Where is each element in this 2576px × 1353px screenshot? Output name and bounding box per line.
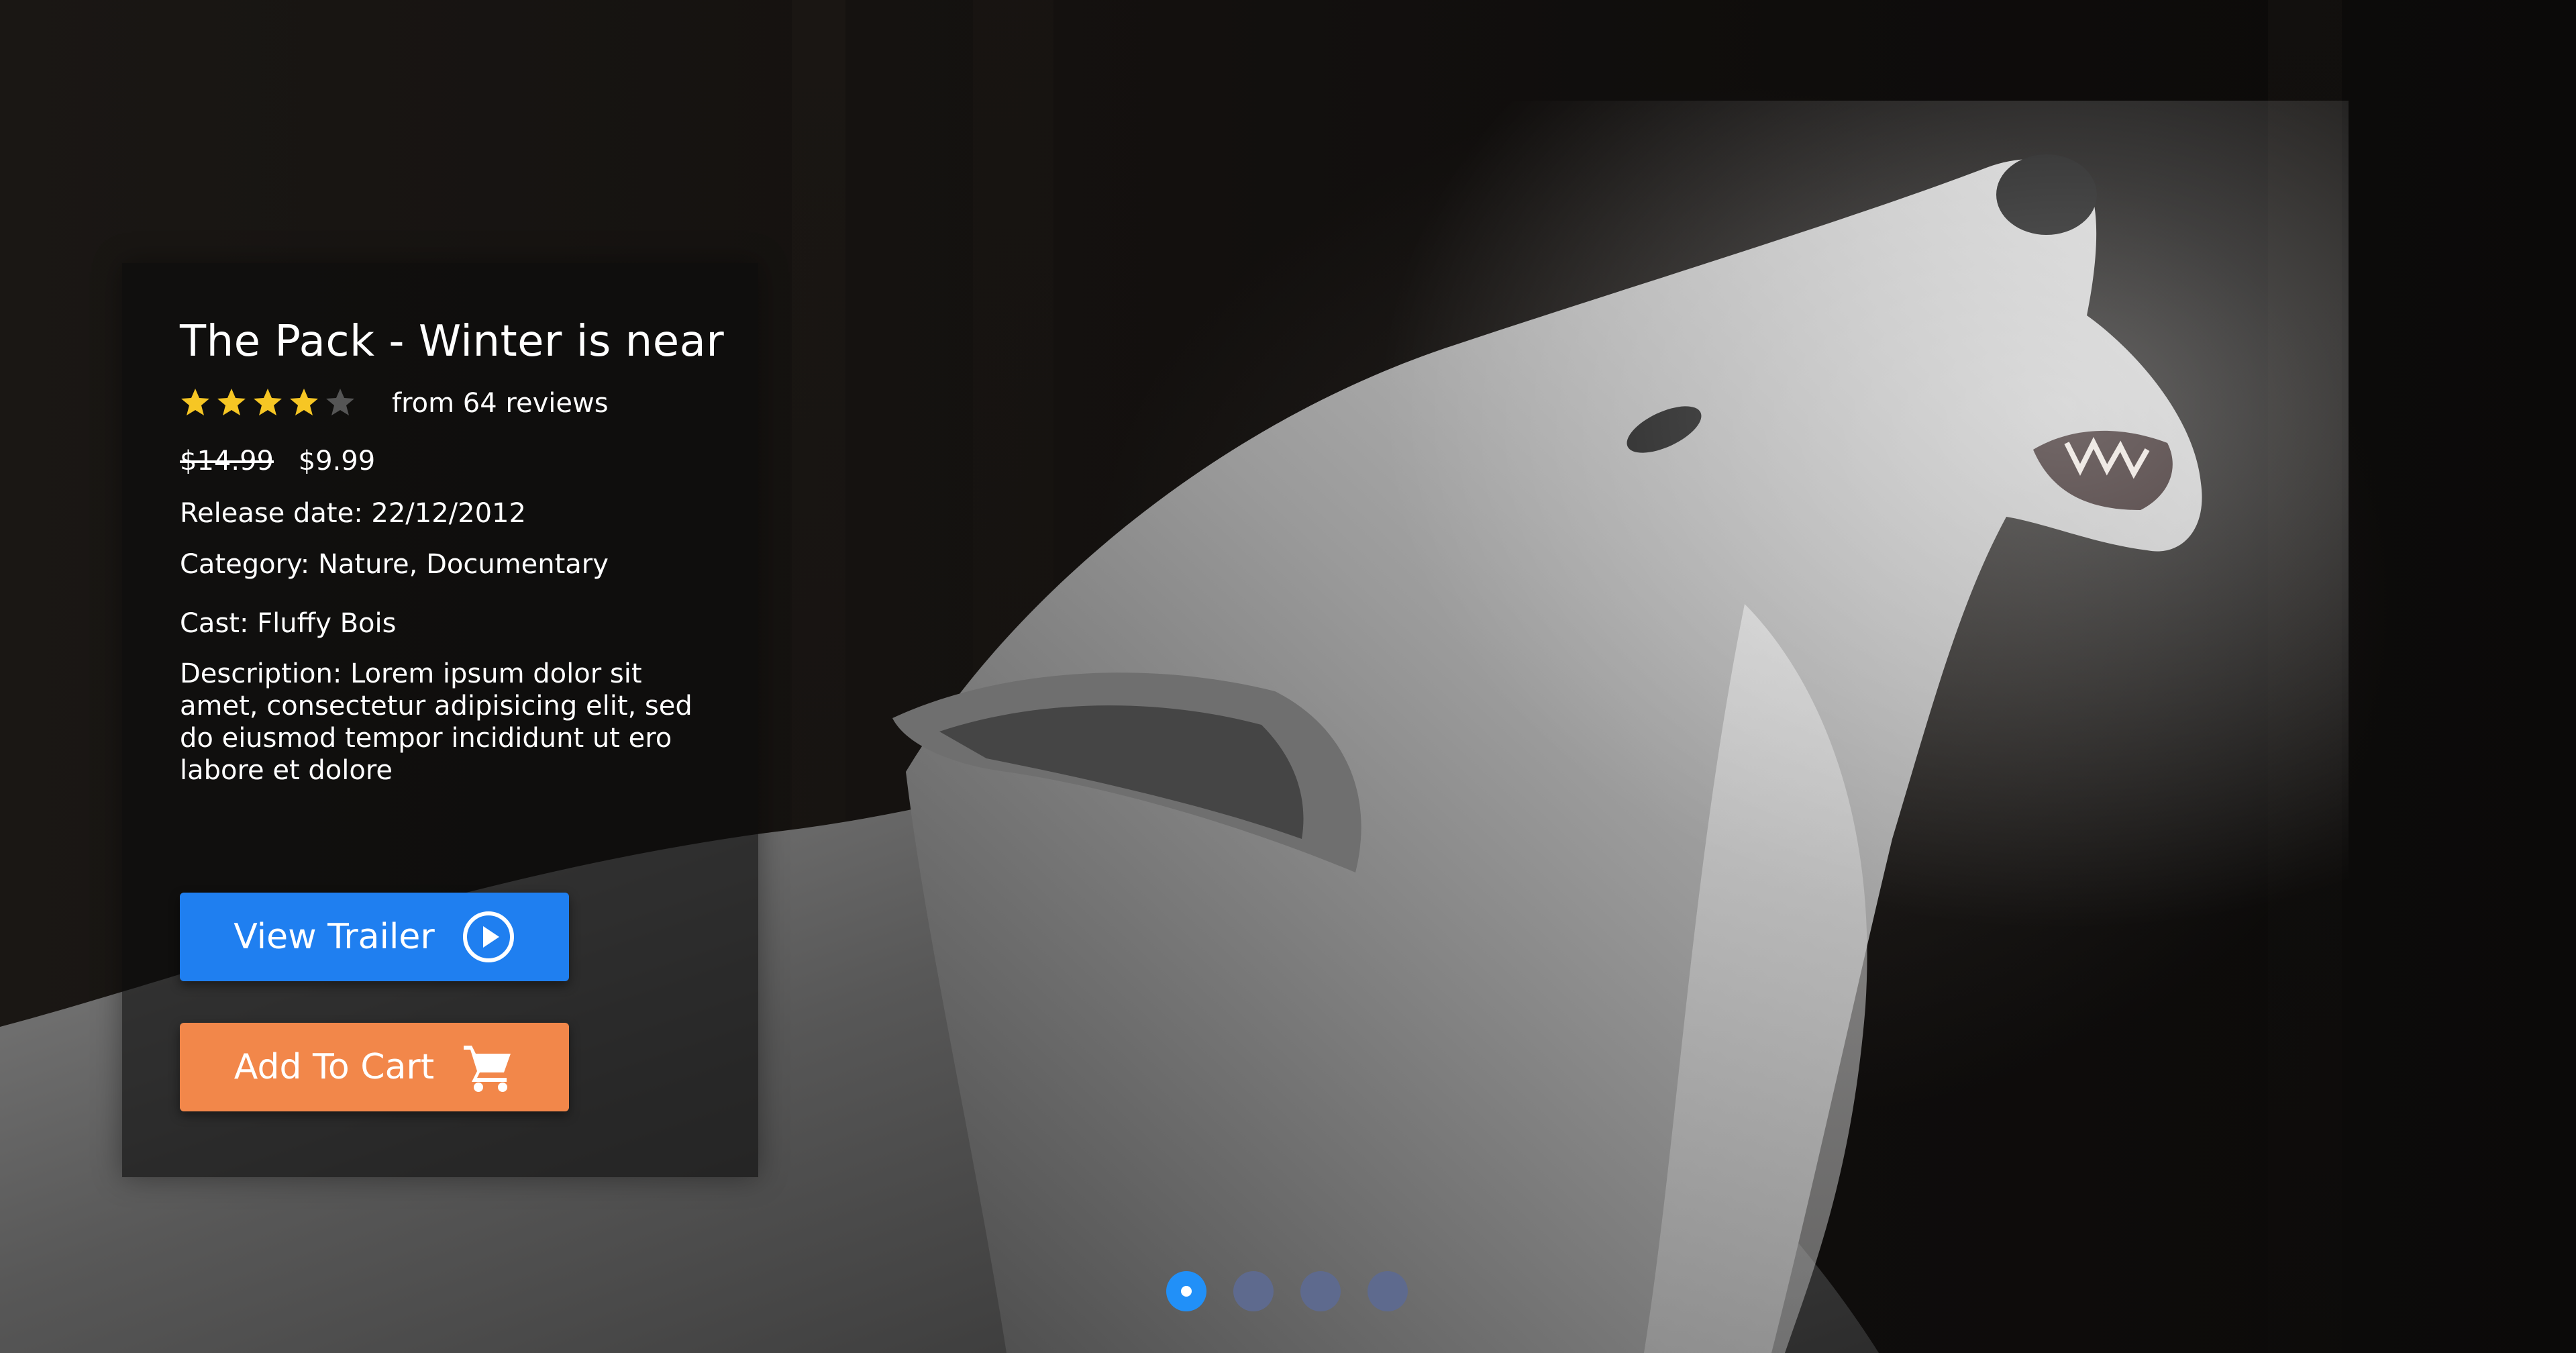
carousel-dot[interactable] (1166, 1271, 1206, 1311)
add-to-cart-label: Add To Cart (234, 1047, 435, 1087)
carousel-dot[interactable] (1368, 1271, 1408, 1311)
release-date: Release date: 22/12/2012 (180, 498, 526, 529)
hero-slide: The Pack - Winter is near from 64 review… (0, 0, 2576, 1353)
star-filled-icon (252, 387, 283, 418)
current-price: $9.99 (298, 446, 376, 477)
star-filled-icon (289, 387, 319, 418)
shopping-cart-icon (461, 1040, 515, 1094)
category: Category: Nature, Documentary (180, 549, 609, 580)
add-to-cart-button[interactable]: Add To Cart (180, 1023, 569, 1111)
star-rating (180, 383, 361, 423)
movie-info-panel: The Pack - Winter is near from 64 review… (122, 263, 758, 1177)
carousel-dot[interactable] (1300, 1271, 1341, 1311)
play-circle-icon (462, 910, 515, 964)
view-trailer-button[interactable]: View Trailer (180, 893, 569, 981)
movie-title: The Pack - Winter is near (180, 317, 725, 366)
price-block: $14.99 $9.99 (180, 446, 375, 477)
reviews-count: from 64 reviews (392, 388, 609, 419)
star-filled-icon (216, 387, 247, 418)
view-trailer-label: View Trailer (234, 917, 435, 957)
old-price: $14.99 (180, 446, 274, 477)
carousel-pagination (1166, 1271, 1435, 1311)
description: Description: Lorem ipsum dolor sit amet,… (180, 658, 692, 786)
star-empty-icon (325, 387, 356, 418)
carousel-dot[interactable] (1233, 1271, 1274, 1311)
star-filled-icon (180, 387, 211, 418)
cast: Cast: Fluffy Bois (180, 608, 397, 639)
